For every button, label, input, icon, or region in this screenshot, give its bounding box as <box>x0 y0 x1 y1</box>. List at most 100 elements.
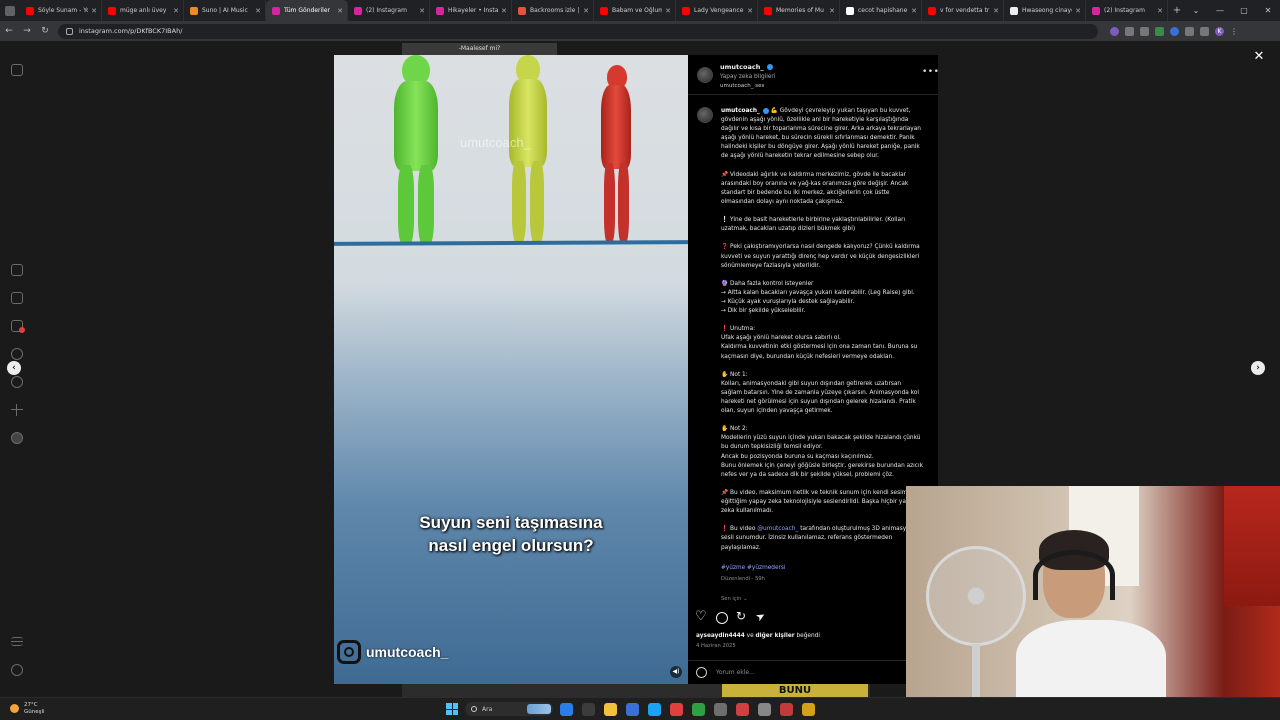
tab-close-icon[interactable]: ✕ <box>255 7 261 15</box>
emoji-icon[interactable] <box>696 667 707 678</box>
tab-close-icon[interactable]: ✕ <box>583 7 589 15</box>
taskbar-app-icon[interactable] <box>780 702 793 716</box>
home-icon[interactable] <box>11 264 23 276</box>
profile-avatar-icon[interactable] <box>11 432 23 444</box>
weather-widget[interactable]: 27°C Güneşli <box>10 702 45 715</box>
repost-icon[interactable] <box>736 609 748 624</box>
audio-link[interactable]: umutcoach_ ses <box>720 83 764 89</box>
webcam-person <box>1016 530 1171 697</box>
tab-close-icon[interactable]: ✕ <box>911 7 917 15</box>
tab-close-icon[interactable]: ✕ <box>501 7 507 15</box>
taskbar-app-icon[interactable] <box>802 702 815 716</box>
browser-tab[interactable]: cecot hapishane ✕ <box>840 0 922 21</box>
browser-tab[interactable]: Babam ve Oğlum ✕ <box>594 0 676 21</box>
meta-icon[interactable] <box>11 664 23 676</box>
search-icon[interactable] <box>11 348 23 360</box>
taskbar-app-icon[interactable] <box>692 702 705 716</box>
notification-badge <box>19 327 25 333</box>
tab-close-icon[interactable]: ✕ <box>747 7 753 15</box>
comment-icon[interactable] <box>716 612 728 624</box>
tab-search-icon[interactable]: ⌄ <box>1184 0 1208 21</box>
notifications-heart-icon[interactable] <box>11 376 23 388</box>
back-button[interactable]: ← <box>0 26 18 36</box>
webcam-poster <box>1224 486 1280 606</box>
taskbar-app-icon[interactable] <box>736 702 749 716</box>
browser-tab[interactable]: Söyle Sunam - Yo ✕ <box>20 0 102 21</box>
extensions-puzzle-icon[interactable] <box>1185 26 1194 36</box>
taskbar-app-icon[interactable] <box>670 702 683 716</box>
bookmark-star-icon[interactable] <box>1140 26 1149 36</box>
tab-close-icon[interactable]: ✕ <box>173 7 179 15</box>
liked-by-user[interactable]: ayseaydin4444 <box>696 633 745 639</box>
windows-start-icon[interactable] <box>446 703 458 715</box>
minimize-button[interactable]: — <box>1208 0 1232 21</box>
browser-tab[interactable]: Backrooms izle | ✕ <box>512 0 594 21</box>
tab-close-icon[interactable]: ✕ <box>91 7 97 15</box>
browser-tab[interactable]: (2) Instagram ✕ <box>1086 0 1168 21</box>
close-modal-button[interactable]: ✕ <box>1252 50 1266 64</box>
browser-tab[interactable]: Memories of Mu ✕ <box>758 0 840 21</box>
tab-close-icon[interactable]: ✕ <box>829 7 835 15</box>
tab-close-icon[interactable]: ✕ <box>419 7 425 15</box>
url-bar[interactable]: instagram.com/p/DKfBCK7IBAh/ <box>58 23 1098 39</box>
taskbar-app-icon[interactable] <box>604 702 617 716</box>
author-avatar[interactable] <box>697 67 713 83</box>
forward-button[interactable]: → <box>18 26 36 36</box>
like-heart-icon[interactable] <box>695 609 708 624</box>
browser-tab[interactable]: Hikayeler • Insta ✕ <box>430 0 512 21</box>
profile-avatar[interactable]: K <box>1215 26 1224 36</box>
hashtags[interactable]: #yüzme #yüzmedersi <box>721 565 786 571</box>
browser-tab[interactable]: Lady Vengeance ✕ <box>676 0 758 21</box>
caption-author-avatar[interactable] <box>697 107 713 123</box>
side-panel-icon[interactable] <box>1200 26 1209 36</box>
taskbar-app-icon[interactable] <box>582 702 595 716</box>
browser-tab[interactable]: (2) Instagram ✕ <box>348 0 430 21</box>
browser-tab[interactable]: Tüm Gönderiler ✕ <box>266 0 348 21</box>
browser-tab[interactable]: v for vendetta tr ✕ <box>922 0 1004 21</box>
caption-username[interactable]: umutcoach_ <box>721 108 760 114</box>
more-options-icon[interactable]: ••• <box>922 67 939 77</box>
tab-close-icon[interactable]: ✕ <box>993 7 999 15</box>
site-info-icon[interactable] <box>66 27 73 35</box>
browser-tab[interactable]: Hwaseong cinaye ✕ <box>1004 0 1086 21</box>
extension-icon[interactable] <box>1125 26 1134 36</box>
tab-close-icon[interactable]: ✕ <box>1075 7 1081 15</box>
close-window-button[interactable]: ✕ <box>1256 0 1280 21</box>
author-username[interactable]: umutcoach_ <box>720 63 773 71</box>
instagram-logo-icon[interactable] <box>11 64 23 76</box>
ai-info-link[interactable]: Yapay zeka bilgileri <box>720 74 775 80</box>
share-icon[interactable] <box>756 612 768 624</box>
extension-icon[interactable] <box>1155 26 1164 36</box>
browser-tab[interactable]: Suno | AI Music ✕ <box>184 0 266 21</box>
see-translation[interactable]: Sen için ⌄ <box>721 596 747 602</box>
taskbar-search[interactable]: Ara <box>465 702 553 716</box>
reels-icon[interactable] <box>11 292 23 304</box>
tab-group-icon[interactable] <box>0 0 20 21</box>
mute-icon[interactable]: ◀) <box>670 666 682 678</box>
reload-button[interactable]: ↻ <box>36 26 54 36</box>
extension-icon[interactable] <box>1110 26 1119 36</box>
caption-mention[interactable]: @umutcoach_ <box>757 526 798 532</box>
previous-post-button[interactable]: ‹ <box>7 361 21 375</box>
tab-close-icon[interactable]: ✕ <box>337 7 343 15</box>
tab-close-icon[interactable]: ✕ <box>1157 7 1163 15</box>
browser-menu-icon[interactable]: ⋮ <box>1230 27 1238 36</box>
taskbar-app-icon[interactable] <box>714 702 727 716</box>
green-figure <box>386 55 446 255</box>
taskbar-app-icon[interactable] <box>560 702 573 716</box>
comment-input[interactable]: Yorum ekle... <box>716 669 755 676</box>
maximize-button[interactable]: ▢ <box>1232 0 1256 21</box>
tab-close-icon[interactable]: ✕ <box>665 7 671 15</box>
browser-tab[interactable]: müge anlı üvey ✕ <box>102 0 184 21</box>
more-menu-icon[interactable] <box>11 637 23 646</box>
next-post-button[interactable]: › <box>1251 361 1265 375</box>
caption-text: umutcoach_ 💪 Gövdeyi çevreleyip yukarı t… <box>721 107 923 553</box>
taskbar-app-icon[interactable] <box>626 702 639 716</box>
extension-icon[interactable] <box>1170 26 1179 36</box>
taskbar-app-icon[interactable] <box>758 702 771 716</box>
liked-by-others[interactable]: diğer kişiler <box>756 633 795 639</box>
reel-video[interactable]: umutcoach_ Suyun seni taşımasına nasıl e… <box>334 55 688 684</box>
create-plus-icon[interactable] <box>11 404 23 416</box>
browser-tab-strip: Söyle Sunam - Yo ✕ müge anlı üvey ✕ Suno | … <box>0 0 1280 21</box>
taskbar-app-icon[interactable] <box>648 702 661 716</box>
